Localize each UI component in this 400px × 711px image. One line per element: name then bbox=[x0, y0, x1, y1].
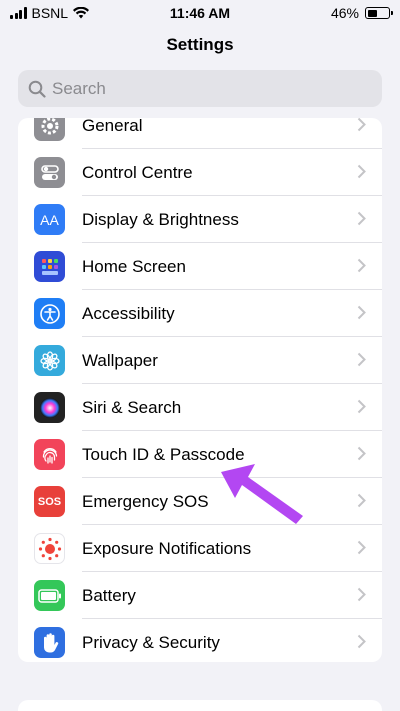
settings-list: General Control Centre AA Display & Brig… bbox=[18, 118, 382, 662]
settings-list-next-group bbox=[18, 700, 382, 711]
chevron-right-icon bbox=[357, 164, 366, 179]
settings-item-label: General bbox=[82, 118, 143, 135]
toggles-icon bbox=[34, 157, 65, 188]
settings-item-label: Accessibility bbox=[82, 303, 175, 323]
chevron-right-icon bbox=[357, 305, 366, 320]
annotation-arrow bbox=[221, 464, 303, 524]
battery-icon bbox=[34, 580, 65, 611]
search-placeholder: Search bbox=[52, 78, 106, 98]
hand-icon bbox=[34, 627, 65, 658]
settings-item-emergency-sos[interactable]: SOS Emergency SOS bbox=[18, 478, 382, 525]
chevron-right-icon bbox=[357, 211, 366, 226]
flower-icon bbox=[34, 345, 65, 376]
siri-icon bbox=[34, 392, 65, 423]
settings-item-general[interactable]: General bbox=[18, 118, 382, 149]
search-input[interactable]: Search bbox=[18, 70, 382, 107]
exposure-icon bbox=[34, 533, 65, 564]
battery-icon bbox=[365, 7, 393, 19]
settings-item-accessibility[interactable]: Accessibility bbox=[18, 290, 382, 337]
chevron-right-icon bbox=[357, 399, 366, 414]
gear-icon bbox=[34, 118, 65, 141]
settings-item-label: Battery bbox=[82, 585, 136, 605]
chevron-right-icon bbox=[357, 258, 366, 273]
accessibility-icon bbox=[34, 298, 65, 329]
settings-item-label: Wallpaper bbox=[82, 350, 158, 370]
settings-item-touch-id-passcode[interactable]: Touch ID & Passcode bbox=[18, 431, 382, 478]
settings-item-wallpaper[interactable]: Wallpaper bbox=[18, 337, 382, 384]
settings-item-display-brightness[interactable]: AA Display & Brightness bbox=[18, 196, 382, 243]
settings-item-privacy-security[interactable]: Privacy & Security bbox=[18, 619, 382, 662]
settings-item-home-screen[interactable]: Home Screen bbox=[18, 243, 382, 290]
settings-item-battery[interactable]: Battery bbox=[18, 572, 382, 619]
settings-item-label: Exposure Notifications bbox=[82, 538, 252, 558]
settings-item-label: Display & Brightness bbox=[82, 209, 239, 229]
settings-item-exposure-notifications[interactable]: Exposure Notifications bbox=[18, 525, 382, 572]
status-right: 46% bbox=[330, 5, 393, 21]
settings-item-siri-search[interactable]: Siri & Search bbox=[18, 384, 382, 431]
chevron-right-icon bbox=[357, 352, 366, 367]
text-size-icon: AA bbox=[34, 204, 65, 235]
sos-icon: SOS bbox=[34, 486, 65, 517]
search-icon bbox=[28, 80, 46, 98]
fingerprint-icon bbox=[34, 439, 65, 470]
status-bar: BSNL 11:46 AM 46% bbox=[0, 0, 400, 26]
chevron-right-icon bbox=[357, 493, 366, 508]
sos-glyph: SOS bbox=[37, 495, 62, 508]
battery-percent: 46% bbox=[330, 5, 359, 21]
settings-item-label: Emergency SOS bbox=[82, 491, 209, 511]
settings-item-label: Siri & Search bbox=[82, 397, 182, 417]
settings-item-label: Privacy & Security bbox=[82, 632, 220, 652]
chevron-right-icon bbox=[357, 634, 366, 649]
page-title: Settings bbox=[166, 35, 234, 54]
app-grid-icon bbox=[34, 251, 65, 282]
settings-item-label: Control Centre bbox=[82, 162, 193, 182]
chevron-right-icon bbox=[357, 446, 366, 461]
chevron-right-icon bbox=[357, 587, 366, 602]
settings-item-label: Home Screen bbox=[82, 256, 186, 276]
settings-item-control-centre[interactable]: Control Centre bbox=[18, 149, 382, 196]
chevron-right-icon bbox=[357, 118, 366, 132]
chevron-right-icon bbox=[357, 540, 366, 555]
text-size-glyph: AA bbox=[40, 211, 59, 228]
battery-fill bbox=[367, 9, 377, 17]
